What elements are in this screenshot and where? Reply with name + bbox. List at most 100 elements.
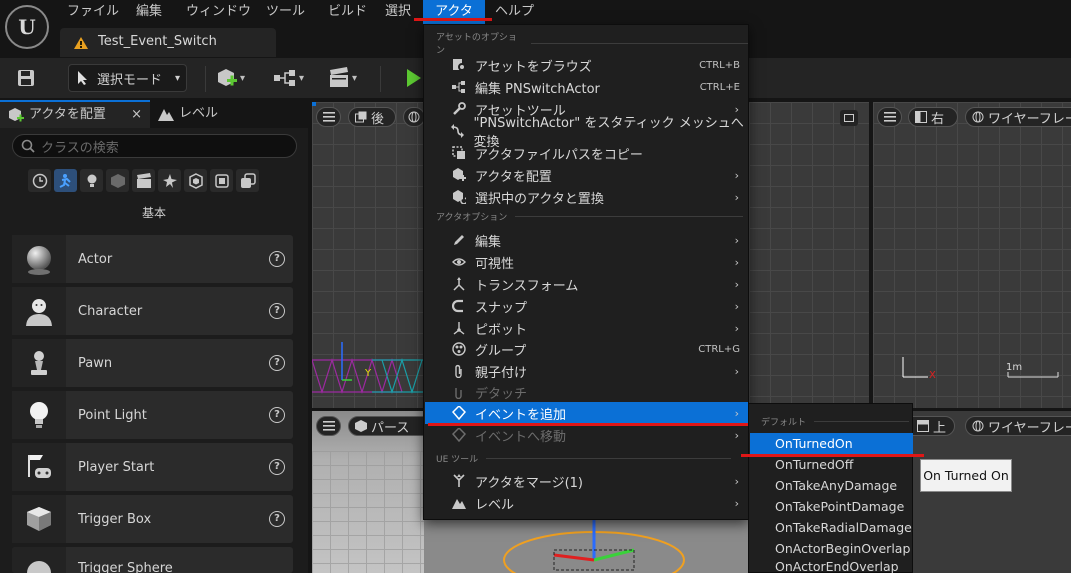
menu-edit[interactable]: 編集 › <box>425 229 748 251</box>
viewport-menu-button[interactable] <box>316 107 341 127</box>
recent-category-icon[interactable] <box>28 169 51 192</box>
play-button[interactable] <box>405 67 421 89</box>
menu-replace-selected[interactable]: 選択中のアクタと置換 › <box>425 186 748 208</box>
maximize-viewport-button[interactable] <box>840 110 858 126</box>
actor-item-trigger-sphere[interactable]: Trigger Sphere <box>12 547 293 573</box>
viewport-right-type-button[interactable]: 右 <box>908 107 958 127</box>
globe-icon <box>972 420 984 432</box>
menu-help[interactable]: ヘルプ <box>485 0 544 24</box>
help-icon[interactable]: ? <box>269 407 285 423</box>
menu-copy-actor-path[interactable]: アクタファイルパスをコピー <box>425 142 748 164</box>
unreal-logo[interactable]: U <box>5 5 49 49</box>
level-tab-title: Test_Event_Switch <box>98 34 217 49</box>
annotation-underline-actor <box>414 18 492 21</box>
viewport-back[interactable]: Y <box>312 102 424 408</box>
menu-merge-actors[interactable]: アクタをマージ(1) › <box>425 470 748 492</box>
menu-visibility[interactable]: 可視性 › <box>425 251 748 273</box>
menu-transform[interactable]: トランスフォーム › <box>425 273 748 295</box>
menu-file[interactable]: ファイル <box>57 0 129 24</box>
event-on-take-point-damage[interactable]: OnTakePointDamage <box>750 496 913 517</box>
event-on-turned-on[interactable]: OnTurnedOn <box>750 433 913 454</box>
trigger-box-icon <box>12 495 66 543</box>
viewport-top-label: 上 <box>933 420 947 436</box>
shapes-category-icon[interactable] <box>106 169 129 192</box>
sphere-icon <box>12 235 66 283</box>
event-on-take-radial-damage[interactable]: OnTakeRadialDamage <box>750 517 913 538</box>
character-icon <box>12 287 66 335</box>
help-icon[interactable]: ? <box>269 303 285 319</box>
menu-window[interactable]: ウィンドウ <box>176 0 261 24</box>
cinematics-button[interactable]: ▾ <box>328 67 357 89</box>
basic-category-icon[interactable] <box>54 169 77 192</box>
tab-place-actors[interactable]: アクタを配置 × <box>0 100 150 128</box>
menu-convert-static-mesh[interactable]: "PNSwitchActor" をスタティック メッシュへ変換 <box>425 116 748 150</box>
pawn-icon <box>12 339 66 387</box>
cinematic-category-icon[interactable] <box>132 169 155 192</box>
viewport-top-render-label: ワイヤーフレー <box>988 420 1071 436</box>
viewport-persp-type-button[interactable]: パース <box>348 416 428 436</box>
section-default: デフォルト <box>761 414 910 428</box>
menu-level[interactable]: レベル › <box>425 492 748 514</box>
help-icon[interactable]: ? <box>269 355 285 371</box>
menu-edit[interactable]: 編集 <box>126 0 172 24</box>
add-content-button[interactable]: ▾ <box>216 67 245 89</box>
viewport-top-type-button[interactable]: 上 <box>910 416 955 436</box>
viewport-menu-button[interactable] <box>877 107 902 127</box>
viewport-right[interactable]: X 1m <box>873 102 1071 408</box>
volumes-category-icon[interactable] <box>184 169 207 192</box>
more-category-icon[interactable] <box>236 169 259 192</box>
browse-icon <box>449 58 469 72</box>
event-on-take-any-damage[interactable]: OnTakeAnyDamage <box>750 475 913 496</box>
close-icon[interactable]: × <box>131 101 142 129</box>
actor-item-player-start[interactable]: Player Start ? <box>12 443 293 491</box>
actor-context-menu: アセットのオプション アセットをブラウズ CTRL+B 編集 PNSwitchAc… <box>423 24 749 520</box>
event-on-actor-begin-overlap[interactable]: OnActorBeginOverlap <box>750 538 913 559</box>
actor-item-point-light[interactable]: Point Light ? <box>12 391 293 439</box>
axis-x-label: X <box>929 370 936 381</box>
menu-place-actor[interactable]: アクタを配置 › <box>425 164 748 186</box>
convert-icon <box>449 124 468 138</box>
actor-item-pawn[interactable]: Pawn ? <box>12 339 293 387</box>
level-tab[interactable]: Test_Event_Switch <box>60 28 276 57</box>
menu-tools[interactable]: ツール <box>256 0 315 24</box>
viewport-right-render-button[interactable]: ワイヤーフレー <box>965 107 1071 127</box>
menu-attach[interactable]: 親子付け › <box>425 360 748 382</box>
menu-snap[interactable]: スナップ › <box>425 295 748 317</box>
help-icon[interactable]: ? <box>269 251 285 267</box>
ortho-view-icon <box>355 111 367 123</box>
actor-item-actor[interactable]: Actor ? <box>12 235 293 283</box>
menu-browse-asset[interactable]: アセットをブラウズ CTRL+B <box>425 54 748 76</box>
menu-pivot[interactable]: ピボット › <box>425 317 748 339</box>
menu-add-event[interactable]: イベントを追加 › <box>425 402 748 424</box>
visual-effects-category-icon[interactable] <box>158 169 181 192</box>
viewport-back-type-button[interactable]: 後 <box>348 107 396 127</box>
viewport-menu-button[interactable] <box>316 416 341 436</box>
chevron-down-icon: ▾ <box>352 72 358 84</box>
menu-build[interactable]: ビルド <box>318 0 377 24</box>
add-event-submenu: デフォルト OnTurnedOn OnTurnedOff OnTakeAnyDa… <box>748 403 913 573</box>
selected-switch-actor <box>503 520 685 573</box>
event-on-turned-off[interactable]: OnTurnedOff <box>750 454 913 475</box>
toolbar-divider <box>380 66 381 92</box>
menu-group[interactable]: グループ CTRL+G <box>425 338 748 360</box>
actor-item-trigger-box[interactable]: Trigger Box ? <box>12 495 293 543</box>
event-on-actor-end-overlap[interactable]: OnActorEndOverlap <box>750 559 913 573</box>
help-icon[interactable]: ? <box>269 459 285 475</box>
viewport-perspective-center[interactable] <box>424 520 749 573</box>
viewport-top-render-button[interactable]: ワイヤーフレー <box>965 416 1071 436</box>
lights-category-icon[interactable] <box>80 169 103 192</box>
tab-levels[interactable]: レベル <box>150 100 226 128</box>
blueprint-button[interactable]: ▾ <box>273 67 304 89</box>
pencil-icon <box>449 233 469 247</box>
actor-item-character[interactable]: Character ? <box>12 287 293 335</box>
help-icon[interactable]: ? <box>269 511 285 527</box>
chevron-down-icon: ▾ <box>240 72 246 84</box>
all-classes-category-icon[interactable] <box>210 169 233 192</box>
viewport-back-right-area[interactable] <box>749 102 869 408</box>
viewport-back-render-button[interactable] <box>403 107 425 127</box>
class-search-input[interactable]: クラスの検索 <box>12 134 297 158</box>
annotation-underline-add-event <box>428 423 758 426</box>
menu-edit-asset[interactable]: 編集 PNSwitchActor CTRL+E <box>425 76 748 98</box>
select-mode-dropdown[interactable]: 選択モード ▾ <box>68 64 187 92</box>
save-icon[interactable] <box>16 68 36 88</box>
